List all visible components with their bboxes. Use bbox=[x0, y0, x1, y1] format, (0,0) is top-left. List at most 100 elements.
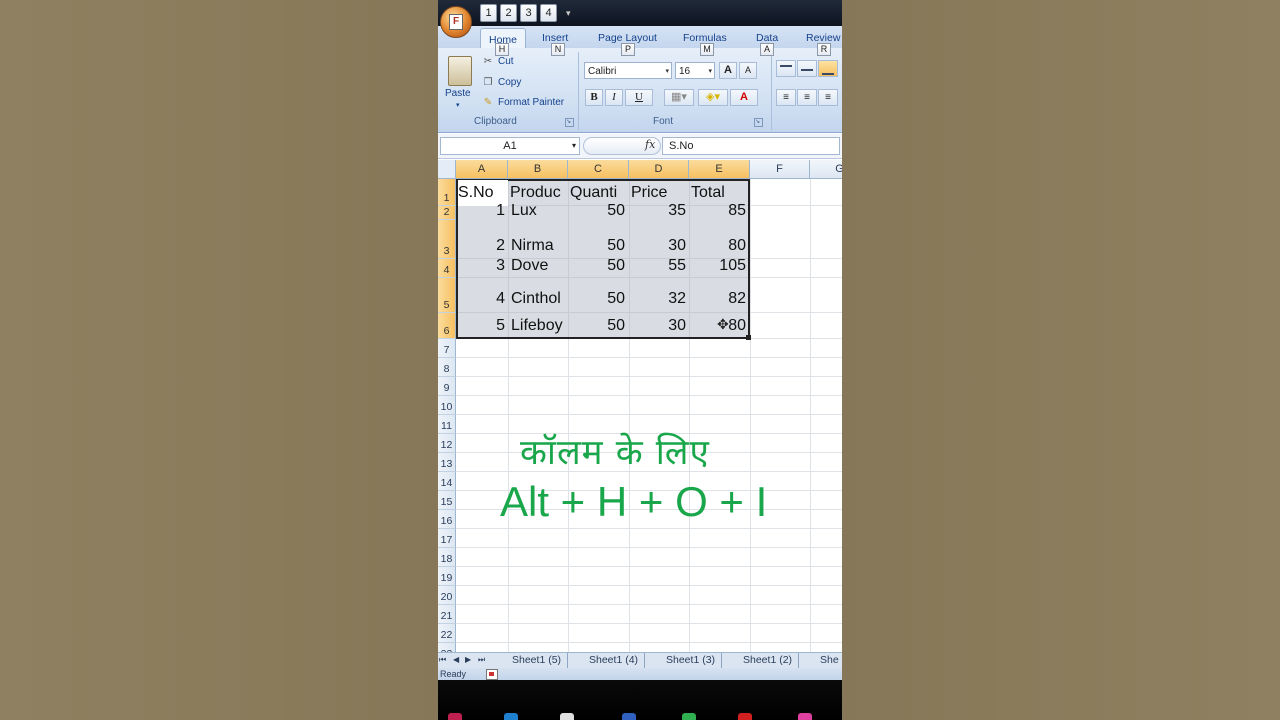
font-size-select[interactable]: 16 ▾ bbox=[675, 62, 715, 79]
column-header-a[interactable]: A bbox=[456, 160, 508, 179]
table-cell[interactable]: 3 bbox=[458, 257, 505, 275]
sheet-tab[interactable]: Sheet1 (4) bbox=[585, 653, 646, 668]
sheet-tab[interactable]: Sheet1 (3) bbox=[662, 653, 723, 668]
table-cell[interactable]: 4 bbox=[458, 290, 505, 308]
table-cell[interactable]: 50 bbox=[568, 237, 625, 255]
align-top-icon[interactable] bbox=[776, 60, 796, 77]
row-header[interactable]: 18 bbox=[438, 548, 456, 567]
column-header-c[interactable]: C bbox=[568, 160, 629, 179]
table-cell[interactable]: 50 bbox=[568, 202, 625, 220]
row-header[interactable]: 12 bbox=[438, 434, 456, 453]
paste-dropdown-icon[interactable]: ▾ bbox=[456, 101, 460, 109]
row-header[interactable]: 1 bbox=[438, 179, 456, 206]
table-cell[interactable]: 50 bbox=[568, 290, 625, 308]
font-name-select[interactable]: Calibri ▾ bbox=[584, 62, 672, 79]
table-cell[interactable]: 2 bbox=[458, 237, 505, 255]
first-sheet-icon[interactable]: ⏮ bbox=[439, 655, 446, 665]
row-header[interactable]: 6 bbox=[438, 313, 456, 339]
underline-button[interactable]: U bbox=[625, 89, 653, 106]
customize-toolbar-icon[interactable]: ▾ bbox=[566, 8, 571, 22]
row-header[interactable]: 8 bbox=[438, 358, 456, 377]
borders-button[interactable]: ▦▾ bbox=[664, 89, 694, 106]
taskbar-app-icon[interactable] bbox=[560, 713, 574, 720]
taskbar-app-icon[interactable] bbox=[798, 713, 812, 720]
table-cell[interactable]: 5 bbox=[458, 317, 505, 335]
format-painter-button[interactable]: ✎ Format Painter bbox=[482, 97, 564, 108]
copy-button[interactable]: ❐ Copy bbox=[482, 77, 522, 88]
table-cell[interactable]: 55 bbox=[629, 257, 686, 275]
align-left-icon[interactable]: ≡ bbox=[776, 89, 796, 106]
formula-input[interactable]: S.No bbox=[662, 137, 840, 155]
fill-color-icon[interactable]: ◈▾ bbox=[698, 89, 728, 106]
taskbar-app-icon[interactable] bbox=[504, 713, 518, 720]
column-header-e[interactable]: E bbox=[689, 160, 750, 179]
row-header[interactable]: 20 bbox=[438, 586, 456, 605]
last-sheet-icon[interactable]: ⏭ bbox=[478, 655, 485, 665]
row-header[interactable]: 11 bbox=[438, 415, 456, 434]
row-header[interactable]: 15 bbox=[438, 491, 456, 510]
table-cell[interactable]: Lux bbox=[511, 202, 567, 220]
sheet-tab[interactable]: She bbox=[816, 653, 842, 668]
table-cell[interactable]: 1 bbox=[458, 202, 505, 220]
row-header[interactable]: 23 bbox=[438, 643, 456, 652]
font-launcher-icon[interactable]: ↘ bbox=[754, 118, 763, 127]
table-cell[interactable]: Lifeboy bbox=[511, 317, 567, 335]
column-header-d[interactable]: D bbox=[629, 160, 689, 179]
table-cell[interactable]: 50 bbox=[568, 257, 625, 275]
align-right-icon[interactable]: ≡ bbox=[818, 89, 838, 106]
italic-button[interactable]: I bbox=[605, 89, 623, 106]
spreadsheet-grid[interactable]: A B C D E F G 1 2 3 4 5 6 7 8 9 10 11 12… bbox=[438, 160, 842, 652]
column-header-g[interactable]: G bbox=[810, 160, 842, 179]
macro-record-icon[interactable] bbox=[486, 669, 498, 680]
grow-font-button[interactable]: A bbox=[719, 62, 737, 79]
quick-access-keytip-4[interactable]: 4 bbox=[540, 4, 557, 22]
row-header[interactable]: 17 bbox=[438, 529, 456, 548]
fill-handle[interactable] bbox=[746, 335, 751, 340]
quick-access-keytip-2[interactable]: 2 bbox=[500, 4, 517, 22]
table-cell[interactable]: Cinthol bbox=[511, 290, 567, 308]
taskbar-app-icon[interactable] bbox=[682, 713, 696, 720]
sheet-tab[interactable]: Sheet1 (2) bbox=[739, 653, 800, 668]
row-header[interactable]: 16 bbox=[438, 510, 456, 529]
column-header-b[interactable]: B bbox=[508, 160, 568, 179]
row-header[interactable]: 22 bbox=[438, 624, 456, 643]
insert-function-button[interactable]: fx bbox=[645, 138, 655, 151]
row-header[interactable]: 21 bbox=[438, 605, 456, 624]
table-cell[interactable]: 50 bbox=[568, 317, 625, 335]
quick-access-keytip-3[interactable]: 3 bbox=[520, 4, 537, 22]
column-header-f[interactable]: F bbox=[750, 160, 810, 179]
row-header[interactable]: 19 bbox=[438, 567, 456, 586]
table-cell[interactable]: 80 bbox=[689, 237, 746, 255]
select-all-corner[interactable] bbox=[438, 160, 456, 179]
quick-access-keytip-1[interactable]: 1 bbox=[480, 4, 497, 22]
row-header[interactable]: 5 bbox=[438, 278, 456, 313]
table-cell[interactable]: 35 bbox=[629, 202, 686, 220]
table-cell[interactable]: Dove bbox=[511, 257, 567, 275]
name-box[interactable]: A1 ▾ bbox=[440, 137, 580, 155]
table-cell[interactable]: Nirma bbox=[511, 237, 567, 255]
table-cell[interactable]: 32 bbox=[629, 290, 686, 308]
row-header[interactable]: 14 bbox=[438, 472, 456, 491]
font-color-button[interactable]: A bbox=[730, 89, 758, 106]
taskbar-app-icon[interactable] bbox=[448, 713, 462, 720]
paste-icon[interactable] bbox=[448, 56, 472, 86]
table-cell[interactable]: 30 bbox=[629, 237, 686, 255]
table-cell[interactable]: 105 bbox=[689, 257, 746, 275]
taskbar-app-icon[interactable] bbox=[738, 713, 752, 720]
row-header[interactable]: 10 bbox=[438, 396, 456, 415]
cut-button[interactable]: ✂ Cut bbox=[482, 56, 514, 67]
row-header[interactable]: 2 bbox=[438, 206, 456, 220]
align-center-icon[interactable]: ≡ bbox=[797, 89, 817, 106]
row-header[interactable]: 7 bbox=[438, 339, 456, 358]
taskbar-app-icon[interactable] bbox=[622, 713, 636, 720]
next-sheet-icon[interactable]: ▶ bbox=[465, 655, 471, 664]
shrink-font-button[interactable]: A bbox=[739, 62, 757, 79]
table-cell[interactable]: 85 bbox=[689, 202, 746, 220]
clipboard-launcher-icon[interactable]: ↘ bbox=[565, 118, 574, 127]
row-header[interactable]: 13 bbox=[438, 453, 456, 472]
office-button[interactable]: F bbox=[440, 6, 472, 38]
row-header[interactable]: 4 bbox=[438, 259, 456, 278]
table-cell[interactable]: 82 bbox=[689, 290, 746, 308]
bold-button[interactable]: B bbox=[585, 89, 603, 106]
sheet-tab[interactable]: Sheet1 (5) bbox=[508, 653, 569, 668]
